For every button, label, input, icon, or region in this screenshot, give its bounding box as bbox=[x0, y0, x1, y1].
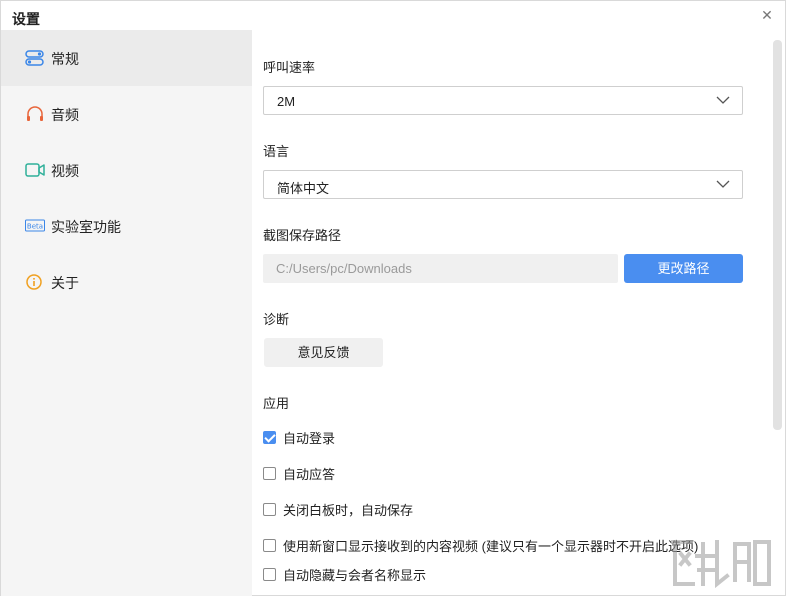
sidebar-item-video[interactable]: 视频 bbox=[1, 142, 252, 198]
beta-icon: Beta bbox=[25, 219, 45, 232]
sidebar-item-label: 常规 bbox=[51, 51, 79, 67]
auto-answer-checkbox[interactable] bbox=[263, 466, 276, 480]
sidebar: 常规 音频 视频 Beta 实验室功能 关于 bbox=[1, 30, 252, 596]
svg-text:Beta: Beta bbox=[27, 223, 43, 231]
screenshot-path-label: 截图保存路径 bbox=[263, 228, 342, 243]
auto-answer-option[interactable]: 自动应答 bbox=[263, 464, 335, 482]
window-title: 设置 bbox=[12, 11, 40, 27]
title-bar: 设置 ✕ bbox=[1, 1, 785, 31]
sidebar-item-label: 音频 bbox=[51, 107, 79, 123]
new-window-video-checkbox[interactable] bbox=[263, 538, 276, 552]
sidebar-item-label: 关于 bbox=[51, 275, 79, 291]
sidebar-item-label: 视频 bbox=[51, 163, 79, 179]
auto-login-checkbox[interactable] bbox=[263, 430, 276, 444]
language-label: 语言 bbox=[263, 144, 290, 159]
chevron-down-icon bbox=[716, 96, 730, 104]
settings-window: 设置 ✕ 常规 音频 视频 Beta 实验室功能 关于 呼叫速率 2M 语言 简… bbox=[0, 0, 786, 596]
app-label: 应用 bbox=[263, 396, 290, 411]
general-settings-panel: 呼叫速率 2M 语言 简体中文 截图保存路径 更改路径 诊断 意见反馈 应用 自… bbox=[252, 30, 772, 596]
sidebar-item-label: 实验室功能 bbox=[51, 219, 121, 235]
whiteboard-autosave-label: 关闭白板时，自动保存 bbox=[283, 502, 414, 518]
call-rate-value: 2M bbox=[277, 94, 296, 109]
diagnosis-label: 诊断 bbox=[263, 312, 290, 327]
chevron-down-icon bbox=[716, 180, 730, 188]
toggle-icon bbox=[25, 50, 44, 66]
watermark-logo-icon bbox=[671, 540, 771, 589]
whiteboard-autosave-checkbox[interactable] bbox=[263, 502, 276, 516]
auto-login-option[interactable]: 自动登录 bbox=[263, 428, 335, 446]
hide-attendee-names-label: 自动隐藏与会者名称显示 bbox=[283, 567, 427, 583]
screenshot-path-input[interactable] bbox=[263, 254, 618, 283]
auto-answer-label: 自动应答 bbox=[283, 466, 336, 482]
whiteboard-autosave-option[interactable]: 关闭白板时，自动保存 bbox=[263, 500, 413, 518]
auto-login-label: 自动登录 bbox=[283, 430, 336, 446]
feedback-button[interactable]: 意见反馈 bbox=[264, 338, 383, 367]
call-rate-label: 呼叫速率 bbox=[263, 60, 316, 75]
sidebar-item-about[interactable]: 关于 bbox=[1, 254, 252, 310]
language-value: 简体中文 bbox=[277, 181, 330, 196]
sidebar-item-labs[interactable]: Beta 实验室功能 bbox=[1, 198, 252, 254]
camera-icon bbox=[25, 163, 45, 177]
change-path-button[interactable]: 更改路径 bbox=[624, 254, 743, 283]
sidebar-item-general[interactable]: 常规 bbox=[1, 30, 252, 86]
scrollbar-thumb[interactable] bbox=[773, 40, 782, 430]
info-icon bbox=[26, 274, 42, 290]
sidebar-item-audio[interactable]: 音频 bbox=[1, 86, 252, 142]
new-window-video-label: 使用新窗口显示接收到的内容视频 (建议只有一个显示器时不开启此选项) bbox=[283, 538, 699, 554]
hide-attendee-names-checkbox[interactable] bbox=[263, 567, 276, 581]
close-icon[interactable]: ✕ bbox=[759, 7, 775, 23]
call-rate-select[interactable]: 2M bbox=[263, 86, 743, 115]
language-select[interactable]: 简体中文 bbox=[263, 170, 743, 199]
new-window-video-option[interactable]: 使用新窗口显示接收到的内容视频 (建议只有一个显示器时不开启此选项) bbox=[263, 536, 698, 554]
headphones-icon bbox=[27, 106, 43, 121]
hide-attendee-names-option[interactable]: 自动隐藏与会者名称显示 bbox=[263, 565, 426, 583]
